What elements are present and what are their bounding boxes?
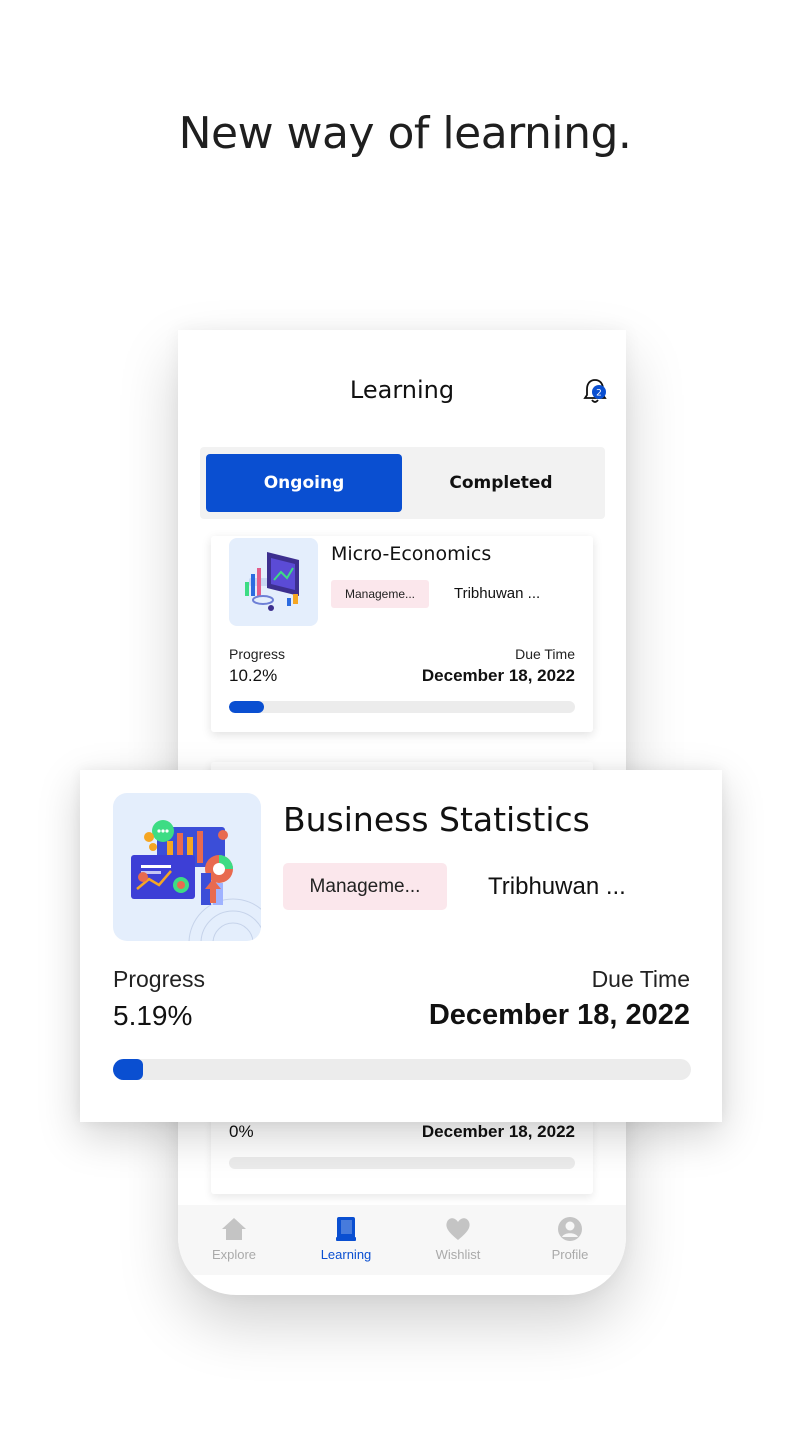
due-time-value: December 18, 2022	[421, 666, 575, 685]
nav-label: Learning	[320, 1247, 372, 1262]
course-card[interactable]: 0% December 18, 2022	[211, 1110, 593, 1194]
nav-label: Wishlist	[435, 1247, 481, 1262]
notification-badge-count: 2	[596, 389, 602, 399]
course-card-featured[interactable]: Business Statistics Manageme... Tribhuwa…	[80, 770, 722, 1122]
category-chip: Manageme...	[331, 580, 429, 608]
nav-explore[interactable]: Explore	[178, 1215, 290, 1262]
notification-bell-icon[interactable]: 2	[580, 376, 610, 406]
progress-bar-fill	[229, 701, 265, 713]
headline: New way of learning.	[178, 108, 632, 159]
tab-ongoing[interactable]: Ongoing	[206, 454, 402, 512]
home-icon	[222, 1218, 246, 1240]
progress-bar	[113, 1059, 691, 1080]
book-icon	[336, 1217, 356, 1241]
progress-bar	[229, 1157, 575, 1169]
course-thumbnail	[113, 793, 261, 941]
nav-label: Explore	[211, 1247, 257, 1262]
due-time-label: Due Time	[591, 966, 690, 992]
progress-label: Progress	[229, 646, 286, 662]
nav-profile[interactable]: Profile	[514, 1215, 626, 1262]
user-icon	[558, 1217, 582, 1241]
nav-wishlist[interactable]: Wishlist	[402, 1215, 514, 1262]
tab-switcher: Ongoing Completed	[200, 447, 605, 519]
due-time-label: Due Time	[515, 646, 575, 662]
bottom-navigation: Explore Learning Wishlist Profile	[178, 1205, 626, 1275]
course-title: Micro-Economics	[331, 543, 492, 565]
university-name: Tribhuwan ...	[454, 585, 541, 602]
page-title: Learning	[349, 376, 455, 404]
progress-label: Progress	[113, 966, 206, 992]
nav-learning[interactable]: Learning	[290, 1215, 402, 1262]
course-thumbnail	[229, 538, 318, 626]
progress-bar-fill	[113, 1059, 143, 1080]
due-time-value: December 18, 2022	[421, 1122, 575, 1141]
progress-value: 10.2%	[229, 666, 278, 685]
category-chip: Manageme...	[283, 863, 447, 910]
heart-icon	[446, 1218, 470, 1240]
university-name: Tribhuwan ...	[488, 873, 626, 900]
course-title: Business Statistics	[283, 800, 590, 839]
tab-completed[interactable]: Completed	[403, 454, 599, 512]
progress-bar	[229, 701, 575, 713]
progress-value: 0%	[229, 1122, 254, 1141]
nav-label: Profile	[551, 1247, 589, 1262]
due-time-value: December 18, 2022	[428, 999, 690, 1031]
course-card[interactable]: Micro-Economics Manageme... Tribhuwan ..…	[211, 536, 593, 732]
progress-value: 5.19%	[113, 1000, 193, 1031]
